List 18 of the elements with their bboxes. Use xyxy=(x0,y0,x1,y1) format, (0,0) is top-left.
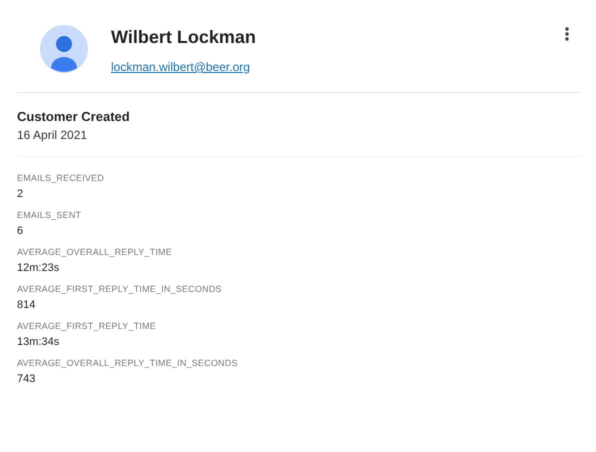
customer-name: Wilbert Lockman xyxy=(111,27,256,48)
avatar-icon xyxy=(40,25,88,73)
stat-value: 2 xyxy=(17,188,24,200)
more-options-icon[interactable] xyxy=(565,27,569,41)
stat-value: 814 xyxy=(17,299,36,311)
created-date: 16 April 2021 xyxy=(17,128,88,142)
created-label: Customer Created xyxy=(17,109,131,124)
stat-value: 6 xyxy=(17,225,24,237)
stat-label: AVERAGE_OVERALL_REPLY_TIME xyxy=(17,247,173,257)
stat-label: AVERAGE_FIRST_REPLY_TIME_IN_SECONDS xyxy=(17,284,223,294)
stat-label: EMAILS_SENT xyxy=(17,210,82,220)
stat-value: 13m:34s xyxy=(17,336,60,348)
stat-label: EMAILS_RECEIVED xyxy=(17,173,106,183)
email-link[interactable]: lockman.wilbert@beer.org xyxy=(111,60,250,74)
stat-label: AVERAGE_FIRST_REPLY_TIME xyxy=(17,321,158,331)
stat-label: AVERAGE_OVERALL_REPLY_TIME_IN_SECONDS xyxy=(17,358,239,368)
stat-value: 743 xyxy=(17,373,36,385)
stat-value: 12m:23s xyxy=(17,262,60,274)
